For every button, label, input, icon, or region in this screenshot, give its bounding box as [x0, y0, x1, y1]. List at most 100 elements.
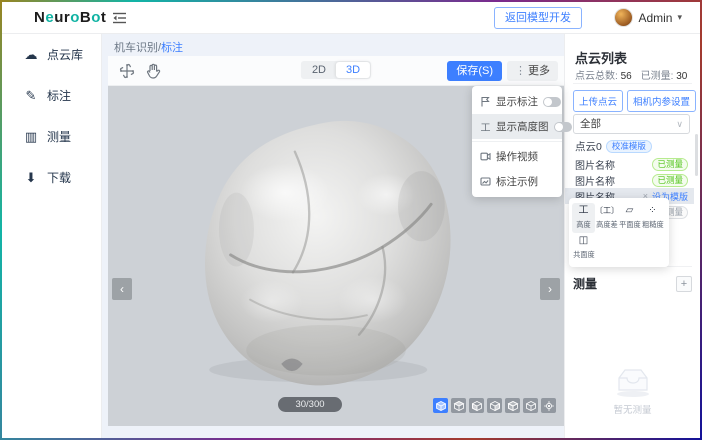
sidebar-item-download[interactable]: ⬇ 下载 [2, 157, 101, 198]
panel-stats: 点云总数: 56 已测量: 30 [575, 67, 687, 82]
stat-measured: 已测量: 30 [641, 67, 688, 82]
measure-tools-popup: 工 高度 〔工〕 高度差 ▱ 平面度 ⁘ 粗糙度 [569, 198, 669, 267]
sidebar-item-label: 下载 [47, 169, 71, 186]
show-annotation-toggle[interactable] [543, 97, 561, 107]
sidebar-item-label: 点云库 [47, 46, 83, 63]
pointcloud-list-panel: 点云列表 点云总数: 56 已测量: 30 上传点云 相机内参设置 全部 ∨ 点… [564, 34, 700, 438]
pagination-indicator: 30/300 [278, 397, 342, 412]
menu-divider [472, 141, 562, 142]
pointcloud-group-item[interactable]: 点云0 校准模版 [575, 139, 652, 154]
user-name: Admin [638, 11, 672, 25]
sidebar-item-pointcloud-library[interactable]: ☁ 点云库 [2, 34, 101, 75]
empty-state: 暂无测量 [565, 366, 700, 416]
more-dropdown-menu: 显示标注 工 显示高度图 操作视频 [472, 86, 562, 197]
tool-label: 高度差 [596, 220, 617, 230]
avatar [614, 8, 633, 27]
logo-part: ur [54, 9, 70, 26]
roughness-tool-icon: ⁘ [641, 205, 664, 217]
view-cube-front-icon[interactable] [505, 398, 520, 413]
sidebar-fold-icon[interactable] [112, 11, 127, 25]
view-center-icon[interactable] [541, 398, 556, 413]
menu-item-annotation-example[interactable]: 标注示例 [472, 169, 562, 194]
view-3d-button[interactable]: 3D [336, 62, 370, 78]
add-measure-button[interactable]: + [676, 276, 692, 292]
chevron-down-icon: ∨ [676, 115, 683, 133]
stat-label: 已测量: [641, 71, 674, 82]
image-list-item[interactable]: 图片名称 已测量 [565, 172, 694, 188]
example-image-icon [480, 177, 491, 186]
logo-part: t [101, 9, 107, 26]
more-label: 更多 [528, 65, 550, 77]
sidebar-item-label: 测量 [47, 128, 71, 145]
move-tool-icon[interactable] [118, 62, 136, 80]
image-name: 图片名称 [575, 173, 652, 188]
save-button[interactable]: 保存(S) [447, 61, 502, 81]
download-icon: ⬇ [24, 170, 38, 186]
menu-item-label: 显示高度图 [496, 119, 549, 134]
tool-height-diff[interactable]: 〔工〕 高度差 [595, 203, 618, 233]
show-heightmap-toggle[interactable] [554, 122, 572, 132]
viewport-card: 2D 3D 保存(S) ⋮更多 显示标注 工 显示高度图 [108, 56, 564, 426]
calibration-template-tag: 校准模版 [606, 140, 652, 153]
flatness-tool-icon: ▱ [618, 205, 641, 217]
height-diff-tool-icon: 〔工〕 [595, 205, 618, 217]
pointcloud-name: 点云0 [575, 139, 602, 154]
logo-part: o [91, 9, 101, 26]
view-cube-iso-icon[interactable] [433, 398, 448, 413]
user-menu[interactable]: Admin ▾ [614, 8, 682, 27]
empty-text: 暂无测量 [565, 402, 700, 416]
tool-label: 平面度 [619, 220, 640, 230]
panel-scrollbar[interactable] [695, 134, 698, 176]
camera-params-button[interactable]: 相机内参设置 [627, 90, 696, 112]
back-to-model-dev-button[interactable]: 返回模型开发 [494, 7, 582, 29]
pan-hand-tool-icon[interactable] [144, 62, 162, 80]
chevron-down-icon: ▾ [677, 12, 682, 23]
image-list-item[interactable]: 图片名称 已测量 [565, 156, 694, 172]
view-mode-toggle: 2D 3D [301, 61, 371, 79]
tool-flatness[interactable]: ▱ 平面度 [618, 203, 641, 233]
sidebar: ☁ 点云库 ✎ 标注 ▥ 测量 ⬇ 下载 [2, 34, 102, 438]
menu-item-label: 显示标注 [496, 94, 538, 109]
view-cube-left-icon[interactable] [469, 398, 484, 413]
tool-roughness[interactable]: ⁘ 粗糙度 [641, 203, 664, 233]
logo-part: N [34, 9, 45, 26]
view-2d-button[interactable]: 2D [302, 62, 336, 78]
sidebar-item-label: 标注 [47, 87, 71, 104]
tool-coplanarity[interactable]: ◫ 共面度 [572, 233, 595, 263]
tool-label: 高度 [573, 220, 594, 230]
filter-select[interactable]: 全部 ∨ [573, 114, 690, 134]
menu-item-label: 标注示例 [496, 174, 554, 189]
tooth-mesh-render [180, 108, 472, 392]
empty-box-icon [611, 366, 655, 398]
measure-title: 测量 [573, 275, 597, 292]
tool-height[interactable]: 工 高度 [572, 203, 595, 233]
coplanarity-tool-icon: ◫ [572, 235, 595, 247]
menu-item-show-heightmap[interactable]: 工 显示高度图 [472, 114, 562, 139]
screenshot-frame: NeuroBot 返回模型开发 Admin ▾ ☁ 点云库 ✎ 标注 ▥ 测量 … [0, 0, 702, 440]
upload-pointcloud-button[interactable]: 上传点云 [573, 90, 623, 112]
stat-total: 点云总数: 56 [575, 67, 632, 82]
filter-value: 全部 [580, 118, 601, 130]
sidebar-item-measure[interactable]: ▥ 测量 [2, 116, 101, 157]
stat-value: 30 [676, 71, 687, 82]
cloud-icon: ☁ [24, 47, 38, 63]
heightmap-icon: 工 [480, 119, 491, 134]
prev-pointcloud-button[interactable]: ‹ [112, 278, 132, 300]
measured-badge: 已测量 [652, 174, 688, 187]
panel-title: 点云列表 [575, 48, 627, 67]
menu-item-operation-video[interactable]: 操作视频 [472, 144, 562, 169]
view-cube-right-icon[interactable] [487, 398, 502, 413]
measure-section-header: 测量 + [573, 266, 692, 292]
view-cube-back-icon[interactable] [523, 398, 538, 413]
sidebar-item-annotate[interactable]: ✎ 标注 [2, 75, 101, 116]
breadcrumb: 机车识别/标注 [114, 39, 183, 55]
tool-label: 共面度 [573, 250, 594, 260]
tool-label: 粗糙度 [642, 220, 663, 230]
more-dots-icon: ⋮ [515, 65, 526, 77]
breadcrumb-path[interactable]: 机车识别 [114, 42, 158, 54]
measure-icon: ▥ [24, 129, 38, 145]
menu-item-show-annotation[interactable]: 显示标注 [472, 89, 562, 114]
view-cube-top-icon[interactable] [451, 398, 466, 413]
more-button[interactable]: ⋮更多 [507, 61, 558, 81]
next-pointcloud-button[interactable]: › [540, 278, 560, 300]
